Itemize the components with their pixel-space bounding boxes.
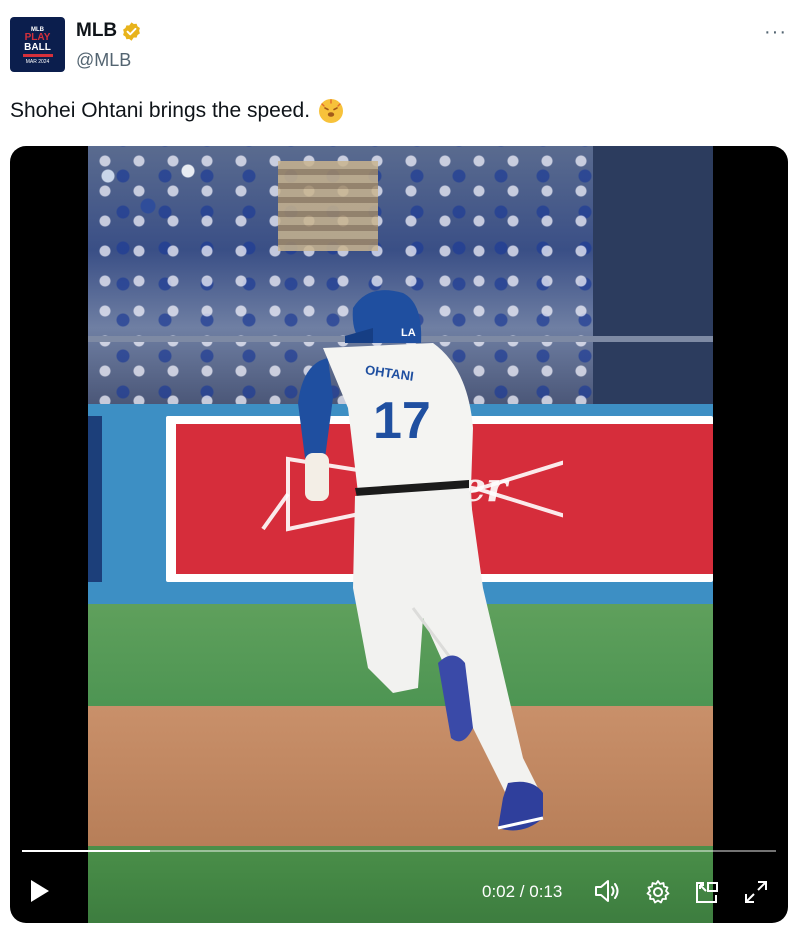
settings-button[interactable] bbox=[644, 878, 672, 906]
video-time-display: 0:02 / 0:13 bbox=[482, 882, 563, 901]
video-player[interactable]: weiser LA OHTANI bbox=[10, 146, 788, 923]
tweet-body: Shohei Ohtani brings the speed. bbox=[10, 99, 311, 122]
author-name-row: MLB bbox=[76, 20, 142, 42]
fullscreen-button[interactable] bbox=[742, 878, 770, 906]
video-progress-fill bbox=[22, 850, 151, 852]
volume-button[interactable] bbox=[593, 878, 623, 904]
picture-in-picture-button[interactable] bbox=[693, 878, 721, 906]
helmet-logo: LA bbox=[401, 327, 416, 339]
jersey-number: 17 bbox=[373, 392, 431, 450]
video-frame[interactable]: weiser LA OHTANI bbox=[88, 146, 713, 923]
author-handle[interactable]: @MLB bbox=[76, 50, 131, 71]
avatar-ball-text: BALL bbox=[24, 41, 51, 53]
video-controls: 0:02 / 0:13 bbox=[10, 868, 788, 918]
avatar-stripe bbox=[22, 53, 53, 57]
avatar-play-text: PLAY bbox=[24, 31, 51, 43]
video-progress-bar[interactable] bbox=[22, 850, 776, 852]
fullscreen-icon bbox=[745, 881, 767, 903]
verified-badge-icon bbox=[123, 21, 141, 41]
volume-icon bbox=[595, 880, 619, 902]
hot-face-emoji-icon bbox=[319, 99, 344, 123]
avatar-date-text: MAR 2024 bbox=[25, 58, 50, 65]
tweet-header: MLB PLAY BALL MAR 2024 MLB @MLB ··· bbox=[10, 17, 791, 75]
more-options-icon[interactable]: ··· bbox=[764, 22, 787, 42]
avatar[interactable]: MLB PLAY BALL MAR 2024 bbox=[10, 17, 65, 72]
play-icon bbox=[31, 880, 49, 902]
picture-in-picture-icon bbox=[696, 882, 718, 903]
author-name[interactable]: MLB bbox=[76, 20, 117, 42]
gear-icon bbox=[646, 880, 670, 904]
play-button[interactable] bbox=[26, 876, 54, 906]
baseball-player: LA OHTANI 17 bbox=[298, 290, 544, 831]
tweet-text: Shohei Ohtani brings the speed. bbox=[10, 98, 344, 124]
